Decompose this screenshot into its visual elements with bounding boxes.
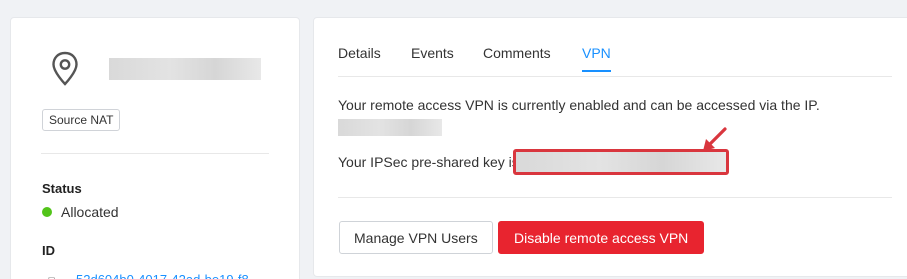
status-title: Status [42,181,82,196]
status-row: Allocated [42,204,119,220]
vpn-ip-redacted [338,119,442,136]
tab-details[interactable]: Details [338,45,381,71]
psk-message: Your IPSec pre-shared key is [338,154,519,170]
disable-vpn-button[interactable]: Disable remote access VPN [498,221,705,254]
vpn-enabled-message: Your remote access VPN is currently enab… [338,97,820,113]
status-value: Allocated [61,204,119,220]
id-title: ID [42,243,55,258]
status-dot-icon [42,207,52,217]
tab-events[interactable]: Events [411,45,454,71]
ip-summary-card: Source NAT Status Allocated ID ⧉ 52d604b… [10,17,300,279]
divider [41,153,269,154]
psk-highlight-box [513,149,729,175]
vpn-details-card: Details Events Comments VPN Your remote … [313,17,907,277]
manage-vpn-users-button[interactable]: Manage VPN Users [339,221,493,254]
ip-name-redacted [109,58,261,80]
source-nat-tag: Source NAT [42,109,121,131]
tab-comments[interactable]: Comments [483,45,551,71]
location-pin-icon [52,51,78,86]
copy-icon[interactable]: ⧉ [48,274,57,279]
tab-vpn[interactable]: VPN [582,45,611,72]
divider [338,197,892,198]
annotation-arrow-icon [703,127,727,151]
id-link[interactable]: 52d604b0-4017-42ad-be19-f8 [76,272,249,279]
tab-bar: Details Events Comments VPN [338,45,892,77]
